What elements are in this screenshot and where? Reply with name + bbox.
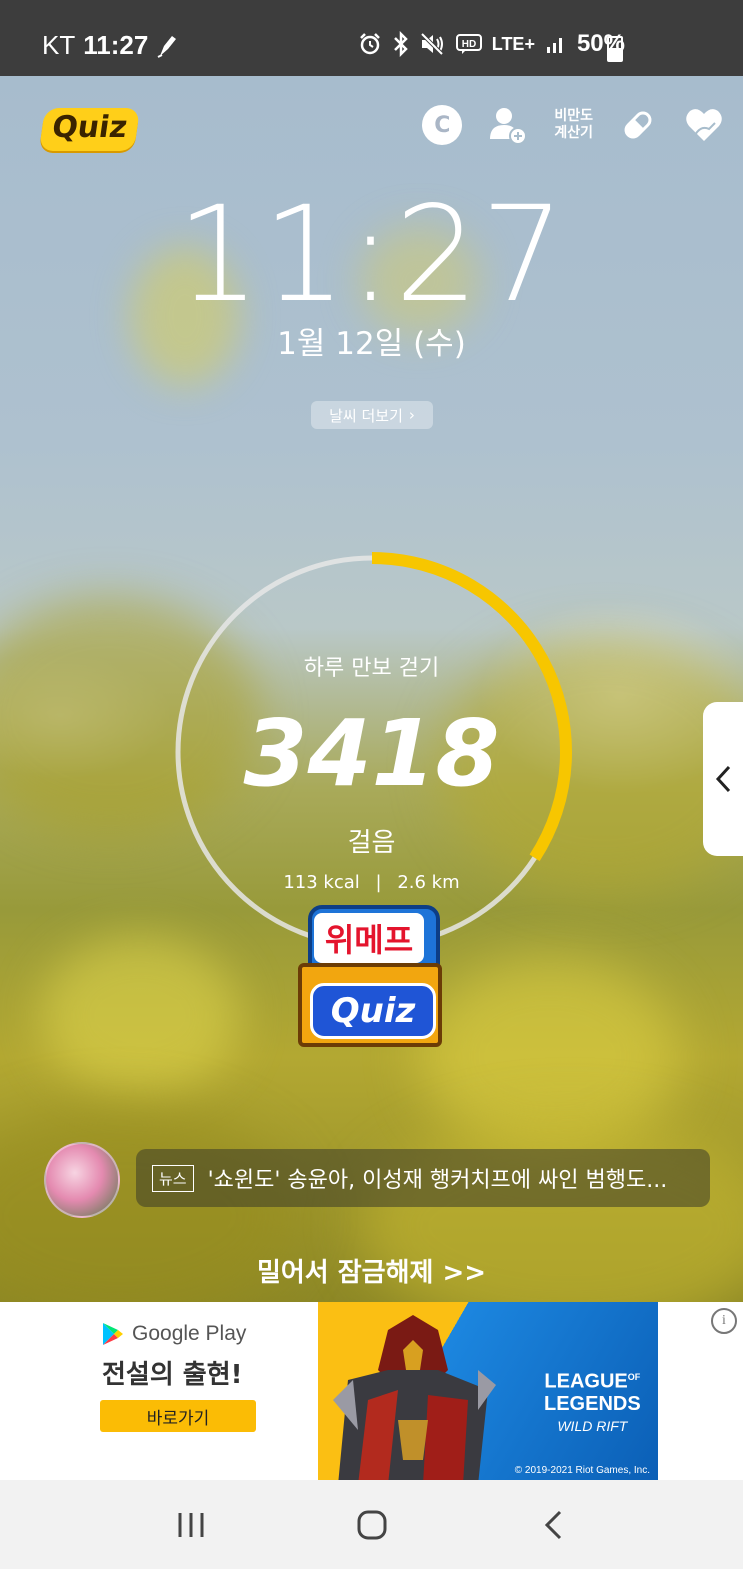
game-title-league: LEAGUE	[544, 1370, 628, 1393]
pill-icon[interactable]	[619, 106, 657, 144]
bmi-label-line1: 비만도	[554, 108, 593, 124]
bmi-calculator-button[interactable]: 비만도 계산기	[554, 108, 593, 142]
step-stats: 113 kcal | 2.6 km	[0, 872, 743, 893]
recent-apps-icon	[178, 1512, 203, 1537]
mute-icon	[420, 32, 444, 56]
side-panel-tab[interactable]	[703, 702, 743, 856]
step-count: 3418	[243, 700, 500, 807]
step-kcal: 113 kcal	[283, 872, 360, 893]
heart-hand-icon[interactable]	[683, 105, 725, 145]
signal-icon	[546, 38, 562, 53]
carrier-label: KT	[42, 30, 76, 60]
ad-banner[interactable]: Google Play 전설의 출현! 바로가기 LEAGUEOF LEGEND…	[0, 1302, 743, 1480]
alarm-icon	[359, 33, 380, 55]
step-title: 하루 만보 걷기	[303, 656, 440, 681]
google-play-icon	[103, 1323, 123, 1345]
coin-icon[interactable]: C	[422, 105, 463, 145]
google-play-label: Google Play	[132, 1322, 247, 1345]
google-play-logo: Google Play	[102, 1322, 246, 1346]
champion-illustration	[333, 1315, 496, 1480]
weather-more-button[interactable]: 날씨 더보기 ›	[311, 401, 433, 429]
stats-divider: |	[375, 872, 382, 893]
ad-game-image: LEAGUEOF LEGENDS WILD RIFT © 2019-2021 R…	[318, 1302, 658, 1480]
ad-info-icon[interactable]: i	[711, 1308, 737, 1334]
lockscreen-date: 1월 12일 (수)	[277, 326, 466, 362]
game-subtitle: WILD RIFT	[557, 1417, 628, 1434]
status-bar: KT 11:27 HD LTE+ 50%	[0, 0, 743, 76]
pen-icon	[157, 35, 177, 58]
status-time: 11:27	[83, 30, 149, 60]
top-icon-row: C 비만도 계산기	[422, 98, 725, 152]
status-right: HD LTE+ 50%	[358, 30, 625, 58]
svg-text:HD: HD	[462, 39, 476, 50]
recent-apps-button[interactable]	[161, 1495, 221, 1555]
wemakeprice-brand: 위메프	[314, 913, 424, 963]
bmi-label-line2: 계산기	[554, 125, 593, 141]
chevron-right-icon: ›	[408, 406, 415, 424]
network-type-label: LTE+	[491, 33, 535, 54]
lockscreen-clock: 11:27	[176, 178, 567, 332]
status-left: KT 11:27	[42, 30, 178, 61]
game-title-legends: LEGENDS	[544, 1392, 641, 1415]
news-tag: 뉴스	[152, 1164, 194, 1192]
step-distance: 2.6 km	[397, 872, 460, 893]
step-unit: 걸음	[347, 828, 396, 858]
news-thumbnail[interactable]	[44, 1142, 120, 1218]
bluetooth-icon	[393, 31, 408, 57]
swipe-to-unlock[interactable]: 밀어서 잠금해제 >>	[0, 1252, 743, 1289]
add-friend-icon[interactable]	[488, 105, 528, 145]
ad-headline: 전설의 출현!	[102, 1360, 243, 1390]
game-title: LEAGUEOF LEGENDS WILD RIFT	[544, 1366, 641, 1437]
news-ticker[interactable]: 뉴스 '쇼윈도' 송윤아, 이성재 행커치프에 싸인 범행도...	[136, 1149, 710, 1207]
chest-quiz-label: Quiz	[310, 983, 436, 1039]
weather-more-label: 날씨 더보기	[329, 406, 403, 425]
wemakeprice-quiz-chest[interactable]: 위메프 Quiz	[298, 905, 444, 1047]
home-icon	[357, 1510, 386, 1539]
chevron-left-icon	[715, 765, 731, 793]
quiz-logo[interactable]: Quiz	[38, 108, 140, 151]
back-button[interactable]	[523, 1495, 583, 1555]
ad-copyright: © 2019-2021 Riot Games, Inc.	[514, 1465, 650, 1476]
battery-icon	[607, 36, 623, 62]
back-icon	[544, 1510, 561, 1539]
navigation-bar	[0, 1480, 743, 1569]
news-headline: '쇼윈도' 송윤아, 이성재 행커치프에 싸인 범행도...	[207, 1168, 668, 1193]
game-title-of: OF	[627, 1372, 641, 1382]
hd-voice-icon: HD	[455, 34, 482, 54]
ad-cta-button[interactable]: 바로가기	[100, 1400, 256, 1432]
home-button[interactable]	[342, 1495, 402, 1555]
